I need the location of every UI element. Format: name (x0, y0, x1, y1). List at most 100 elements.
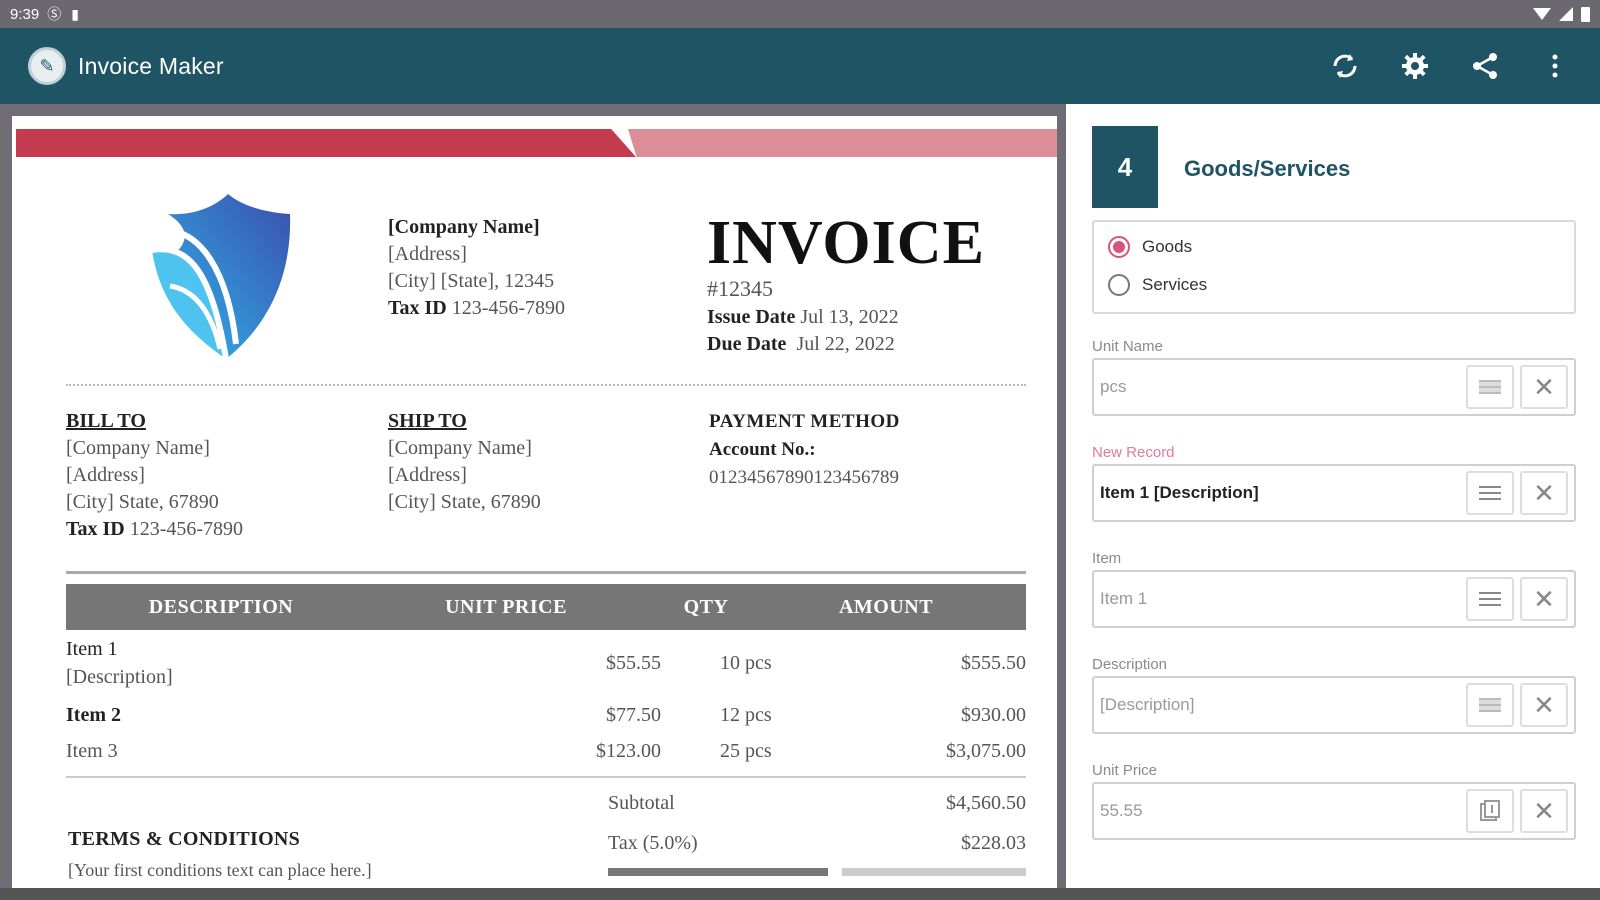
col-unit-price: UNIT PRICE (445, 595, 567, 618)
table-bottom-divider (66, 776, 1026, 778)
app-title: Invoice Maker (78, 52, 224, 79)
company-city: [City] [State], 12345 (388, 270, 555, 292)
table-row: Item 2 $77.50 12 pcs $930.00 (66, 704, 1026, 732)
bill-to-tax-id: 123-456-7890 (129, 518, 244, 540)
radio-goods[interactable]: Goods (1108, 236, 1192, 258)
row-item-description: [Description] (66, 666, 173, 688)
signal-icon (1559, 7, 1573, 21)
unit-name-clear-button[interactable]: ✕ (1520, 365, 1568, 409)
invoice-header-bar-light (628, 129, 1057, 157)
company-tax-id: 123-456-7890 (451, 297, 566, 319)
status-time: 9:39 (10, 5, 40, 23)
description-list-button[interactable] (1466, 683, 1514, 727)
terms-text: [Your first conditions text can place he… (68, 860, 372, 880)
issue-date: Jul 13, 2022 (800, 306, 899, 328)
unit-name-label: Unit Name (1092, 338, 1163, 355)
subtotal-row: Subtotal $4,560.50 (608, 792, 1026, 820)
item-label: Item (1092, 550, 1122, 567)
tax-label: Tax (5.0%) (608, 832, 698, 854)
unit-price-input[interactable] (1094, 784, 1466, 838)
unit-price-clear-button[interactable]: ✕ (1520, 789, 1568, 833)
row-amount: $930.00 (961, 704, 1026, 726)
item-clear-button[interactable]: ✕ (1520, 577, 1568, 621)
unit-name-input[interactable] (1094, 360, 1466, 414)
radio-services-label: Services (1142, 275, 1208, 294)
list-icon (1479, 698, 1501, 712)
new-record-input[interactable] (1094, 466, 1466, 520)
overflow-menu-icon[interactable] (1538, 49, 1572, 83)
settings-gear-icon[interactable] (1398, 49, 1432, 83)
row-qty: 25 pcs (720, 740, 772, 762)
description-field: ✕ (1092, 676, 1576, 734)
col-description: DESCRIPTION (148, 595, 294, 618)
terms-heading: TERMS & CONDITIONS (68, 828, 301, 850)
status-bar: 9:39 Ⓢ ▮ (0, 0, 1600, 28)
radio-selected-icon[interactable] (1108, 236, 1130, 258)
total-bar-light (842, 868, 1026, 876)
unit-price-label: Unit Price (1092, 762, 1158, 779)
new-record-label: New Record (1092, 444, 1175, 461)
item-input[interactable] (1094, 572, 1466, 626)
row-amount: $555.50 (961, 652, 1026, 674)
radio-services[interactable]: Services (1108, 274, 1207, 296)
ship-to-city: [City] State, 67890 (388, 491, 541, 513)
goods-services-radio-group: Goods Services (1092, 220, 1576, 314)
unit-price-calculator-button[interactable] (1466, 789, 1514, 833)
unit-name-list-button[interactable] (1466, 365, 1514, 409)
company-tax-label: Tax ID (388, 297, 447, 319)
app-bar: ✎ Invoice Maker (0, 28, 1600, 104)
wifi-icon (1533, 8, 1551, 20)
row-item-name: Item 3 (66, 740, 118, 762)
payment-method-block: PAYMENT METHOD Account No.: 012345678901… (709, 408, 900, 492)
description-clear-button[interactable]: ✕ (1520, 683, 1568, 727)
ship-to-heading: SHIP TO (388, 410, 467, 432)
new-record-list-button[interactable] (1466, 471, 1514, 515)
account-number: 01234567890123456789 (709, 467, 899, 488)
invoice-title: INVOICE (707, 209, 985, 277)
description-label: Description (1092, 656, 1168, 673)
close-icon: ✕ (1533, 796, 1555, 826)
dotted-divider (66, 384, 1026, 386)
subtotal-label: Subtotal (608, 792, 675, 814)
radio-unselected-icon[interactable] (1108, 274, 1130, 296)
ship-to-name: [Company Name] (388, 437, 532, 459)
app-logo-icon: ✎ (28, 47, 66, 85)
description-input[interactable] (1094, 678, 1466, 732)
invoice-header-bar-dark (16, 129, 636, 157)
content-area: [Company Name] [Address] [City] [State],… (0, 104, 1600, 888)
row-item-name: Item 2 (66, 704, 121, 726)
share-icon[interactable] (1468, 49, 1502, 83)
item-field: ✕ (1092, 570, 1576, 628)
invoice-number: #12345 (707, 276, 773, 301)
company-shield-logo-icon (151, 194, 291, 360)
invoice-dates: Issue Date Jul 13, 2022 Due Date Jul 22,… (707, 304, 899, 358)
list-icon (1479, 380, 1501, 394)
row-unit-price: $55.55 (606, 652, 661, 674)
close-icon: ✕ (1533, 690, 1555, 720)
new-record-clear-button[interactable]: ✕ (1520, 471, 1568, 515)
row-unit-price: $77.50 (606, 704, 661, 726)
goods-services-panel: 4 Goods/Services Goods Services Unit Nam… (1066, 104, 1600, 888)
subtotal-value: $4,560.50 (946, 792, 1026, 814)
close-icon: ✕ (1533, 478, 1555, 508)
invoice-preview: [Company Name] [Address] [City] [State],… (12, 116, 1057, 888)
battery-icon (1581, 6, 1590, 22)
radio-goods-label: Goods (1142, 237, 1193, 256)
list-icon (1479, 592, 1501, 606)
payment-heading: PAYMENT METHOD (709, 411, 900, 432)
bill-to-city: [City] State, 67890 (66, 491, 219, 513)
bill-to-name: [Company Name] (66, 437, 210, 459)
bill-to-tax-label: Tax ID (66, 518, 125, 540)
new-record-field: ✕ (1092, 464, 1576, 522)
row-item-name: Item 1 (66, 638, 118, 660)
bill-to-address: [Address] (66, 464, 145, 486)
col-amount: AMOUNT (838, 595, 934, 618)
row-qty: 10 pcs (720, 652, 772, 674)
calculator-icon (1480, 800, 1500, 821)
ship-to-block: SHIP TO [Company Name] [Address] [City] … (388, 408, 541, 516)
due-date: Jul 22, 2022 (796, 333, 895, 355)
item-list-button[interactable] (1466, 577, 1514, 621)
refresh-icon[interactable] (1328, 49, 1362, 83)
close-icon: ✕ (1533, 372, 1555, 402)
issue-date-label: Issue Date (707, 306, 796, 328)
